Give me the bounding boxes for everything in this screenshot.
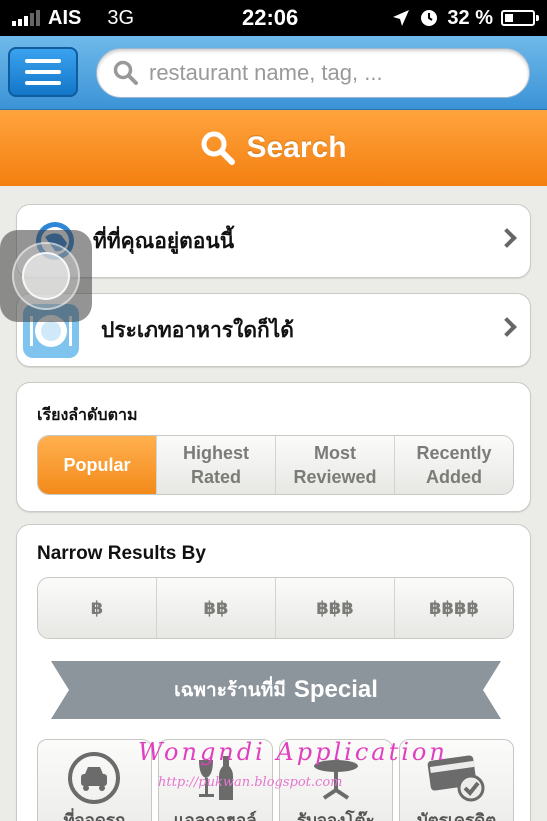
- sort-option-label: Highest: [182, 443, 249, 463]
- sort-option-label: Added: [425, 467, 482, 487]
- food-type-label: ประเภทอาหารใดก็ได้: [101, 318, 294, 342]
- sort-option-label: Reviewed: [293, 467, 377, 487]
- price-label: ฿฿฿: [316, 598, 354, 618]
- search-button-label: Search: [246, 131, 347, 164]
- sort-option-label: Recently: [416, 443, 492, 463]
- carrier-name: AIS: [48, 6, 82, 29]
- price-label: ฿: [90, 598, 104, 618]
- search-input[interactable]: [149, 60, 509, 86]
- feature-parking[interactable]: ที่จอดรถ: [37, 739, 152, 821]
- price-option-4[interactable]: ฿฿฿฿: [394, 578, 513, 638]
- battery-percent: 32 %: [447, 6, 493, 29]
- search-icon: [113, 60, 138, 85]
- watermark-title: Wongndi Application: [138, 738, 448, 766]
- sort-option-label: Most: [313, 443, 356, 463]
- sort-segmented-control: Popular Highest Rated Most Reviewed Rece…: [37, 435, 514, 495]
- hamburger-icon: [25, 59, 61, 63]
- location-arrow-icon: [393, 10, 410, 26]
- search-icon: [201, 131, 236, 165]
- sort-option-recently-added[interactable]: Recently Added: [394, 436, 513, 494]
- search-button[interactable]: Search: [0, 110, 547, 186]
- feature-label: ที่จอดรถ: [63, 811, 126, 821]
- search-field[interactable]: [96, 48, 530, 98]
- sort-option-highest-rated[interactable]: Highest Rated: [156, 436, 275, 494]
- sort-option-label: Popular: [63, 455, 131, 475]
- price-label: ฿฿: [203, 598, 229, 618]
- price-option-2[interactable]: ฿฿: [156, 578, 275, 638]
- assistive-touch-button[interactable]: [0, 230, 92, 322]
- top-navigation-bar: [0, 36, 547, 110]
- location-row[interactable]: ที่ที่คุณอยู่ตอนนี้: [16, 204, 531, 278]
- network-type: 3G: [107, 6, 135, 29]
- special-label-thai: เฉพาะร้านที่มี: [174, 680, 286, 701]
- watermark-url: http://pukwan.blogspot.com: [158, 775, 343, 790]
- chevron-right-icon: [497, 317, 517, 337]
- feature-label: แอลกอฮอล์: [173, 811, 257, 821]
- sort-option-label: Rated: [190, 467, 241, 487]
- price-segmented-control: ฿ ฿฿ ฿฿฿ ฿฿฿฿: [37, 577, 514, 639]
- signal-strength-icon: [12, 10, 40, 26]
- battery-icon: [501, 10, 539, 26]
- food-type-row[interactable]: ประเภทอาหารใดก็ได้: [16, 293, 531, 367]
- feature-label: รับจองโต๊ะ: [297, 811, 375, 821]
- special-ribbon: เฉพาะร้านที่มี Special: [51, 661, 501, 719]
- price-option-3[interactable]: ฿฿฿: [275, 578, 394, 638]
- sort-title: เรียงลำดับตาม: [37, 407, 138, 424]
- status-bar: AIS 3G 22:06 32 %: [0, 0, 547, 36]
- sort-card: เรียงลำดับตาม Popular Highest Rated Most…: [16, 382, 531, 512]
- chevron-right-icon: [497, 228, 517, 248]
- sort-option-popular[interactable]: Popular: [38, 436, 156, 494]
- car-parking-icon: [68, 752, 121, 804]
- narrow-results-title: Narrow Results By: [37, 543, 206, 564]
- clock: 22:06: [242, 5, 299, 30]
- location-label: ที่ที่คุณอยู่ตอนนี้: [93, 229, 235, 253]
- alarm-clock-icon: [421, 10, 438, 26]
- price-label: ฿฿฿฿: [428, 598, 480, 618]
- feature-label: บัตรเครดิต: [416, 811, 497, 821]
- menu-button[interactable]: [8, 47, 78, 97]
- sort-option-most-reviewed[interactable]: Most Reviewed: [275, 436, 394, 494]
- special-label: Special: [293, 676, 378, 703]
- price-option-1[interactable]: ฿: [38, 578, 156, 638]
